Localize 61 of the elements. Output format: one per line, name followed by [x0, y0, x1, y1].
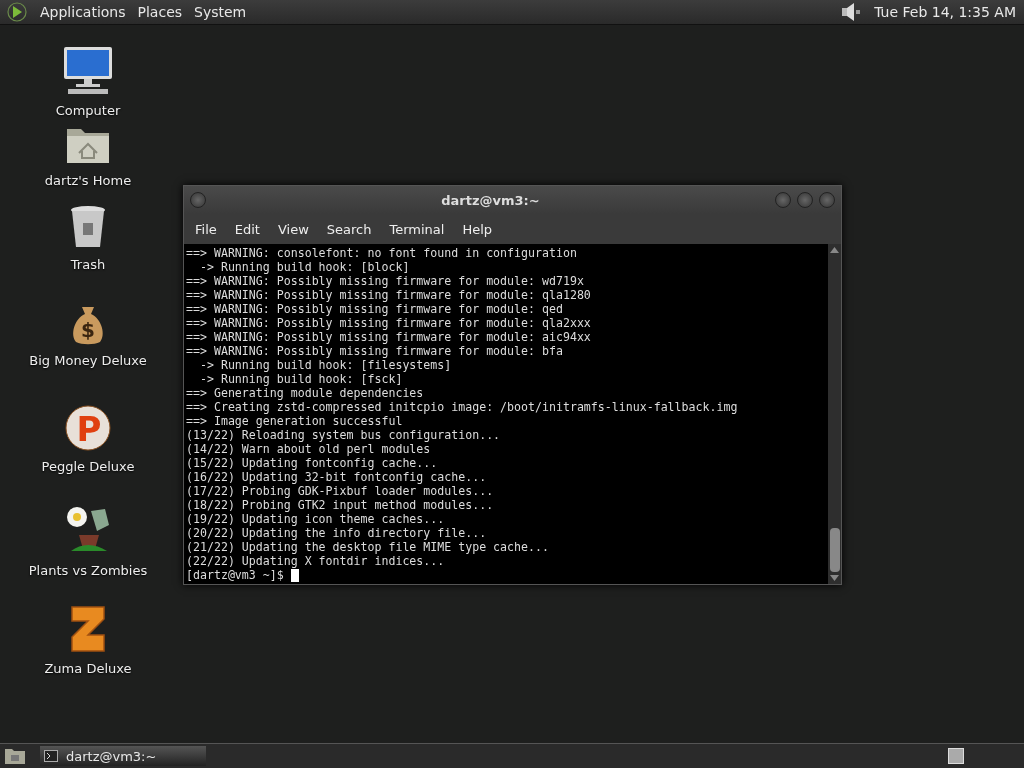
- terminal-line: (16/22) Updating 32-bit fontconfig cache...: [186, 470, 488, 484]
- trash-icon[interactable]: [69, 205, 107, 249]
- scrollbar[interactable]: [828, 244, 841, 584]
- terminal-line: (14/22) Warn about old perl modules: [186, 442, 432, 456]
- terminal-line: (17/22) Probing GDK-Pixbuf loader modules...: [186, 484, 495, 498]
- window-title: dartz@vm3:~: [440, 192, 541, 208]
- terminal-line: (20/22) Updating the info directory file...: [186, 526, 488, 540]
- terminal-line: ==> WARNING: Possibly missing firmware for module: bfa: [186, 344, 564, 358]
- terminal-line: ==> WARNING: Possibly missing firmware for module: qed: [186, 302, 564, 316]
- terminal-line: ==> Generating module dependencies: [186, 386, 425, 400]
- terminal-line: ==> Image generation successful: [186, 414, 404, 428]
- terminal-line: (15/22) Updating fontconfig cache...: [186, 456, 439, 470]
- terminal-line: -> Running build hook: [block]: [198, 260, 411, 274]
- desktop-icon-label[interactable]: Trash: [70, 257, 106, 272]
- desktop-icon-label[interactable]: Big Money Deluxe: [29, 353, 147, 368]
- panel-menu[interactable]: Places: [137, 4, 183, 20]
- window-menu-button[interactable]: [190, 192, 206, 208]
- close-button[interactable]: [819, 192, 835, 208]
- scroll-up-icon[interactable]: [830, 247, 839, 253]
- terminal-line: ==> WARNING: consolefont: no font found in configuration: [186, 246, 578, 260]
- money-bag-icon[interactable]: $: [70, 305, 106, 345]
- terminal-line: (19/22) Updating icon theme caches...: [186, 512, 446, 526]
- menu-item[interactable]: Help: [453, 221, 502, 237]
- menu-item[interactable]: Terminal: [380, 221, 454, 237]
- terminal-line: (21/22) Updating the desktop file MIME type cache...: [186, 540, 550, 554]
- desktop-icon-label[interactable]: Zuma Deluxe: [44, 661, 132, 676]
- taskbar-button[interactable]: dartz@vm3:~: [40, 746, 206, 766]
- computer-icon[interactable]: [62, 45, 114, 95]
- scroll-down-icon[interactable]: [830, 575, 839, 581]
- play-logo-icon[interactable]: [6, 1, 28, 23]
- terminal-line: ==> WARNING: Possibly missing firmware for module: qla2xxx: [186, 316, 592, 330]
- shell-prompt: [dartz@vm3 ~]$: [186, 568, 285, 582]
- menu-item[interactable]: View: [268, 221, 318, 237]
- terminal-line: ==> WARNING: Possibly missing firmware for module: wd719x: [186, 274, 585, 288]
- panel-menu[interactable]: System: [194, 4, 247, 20]
- desktop-icon-label[interactable]: dartz's Home: [44, 173, 132, 188]
- terminal-line: (13/22) Reloading system bus configuration...: [186, 428, 502, 442]
- terminal-line: ==> WARNING: Possibly missing firmware for module: aic94xx: [186, 330, 592, 344]
- terminal-line: -> Running build hook: [filesystems]: [198, 358, 453, 372]
- desktop-icon-label[interactable]: Peggle Deluxe: [41, 459, 135, 474]
- desktop-icon-label[interactable]: Computer: [55, 103, 121, 118]
- workspace-switcher[interactable]: [948, 748, 964, 764]
- desktop-folder-icon[interactable]: [4, 747, 26, 765]
- terminal-line: ==> WARNING: Possibly missing firmware for module: qla1280: [186, 288, 592, 302]
- desktop-icon-label[interactable]: Plants vs Zombies: [28, 563, 148, 578]
- menu-item[interactable]: Search: [317, 221, 381, 237]
- terminal-icon: [44, 750, 58, 762]
- text-cursor: [290, 568, 299, 582]
- menu-item[interactable]: File: [186, 221, 226, 237]
- minimize-button[interactable]: [775, 192, 791, 208]
- clock[interactable]: Tue Feb 14, 1:35 AM: [874, 4, 1016, 20]
- stone-block-icon[interactable]: [68, 605, 108, 653]
- terminal-line: -> Running build hook: [fsck]: [198, 372, 404, 386]
- menu-item[interactable]: Edit: [225, 221, 269, 237]
- terminal-line: (22/22) Updating X fontdir indices...: [186, 554, 446, 568]
- terminal-line: ==> Creating zstd-compressed initcpio image: /boot/initramfs-linux-fallback.img: [186, 400, 739, 414]
- terminal-line: (18/22) Probing GTK2 input method modules...: [186, 498, 495, 512]
- speaker-icon[interactable]: [840, 2, 863, 22]
- scrollbar-thumb[interactable]: [829, 528, 840, 572]
- maximize-button[interactable]: [797, 192, 813, 208]
- panel-menu[interactable]: Applications: [40, 4, 126, 20]
